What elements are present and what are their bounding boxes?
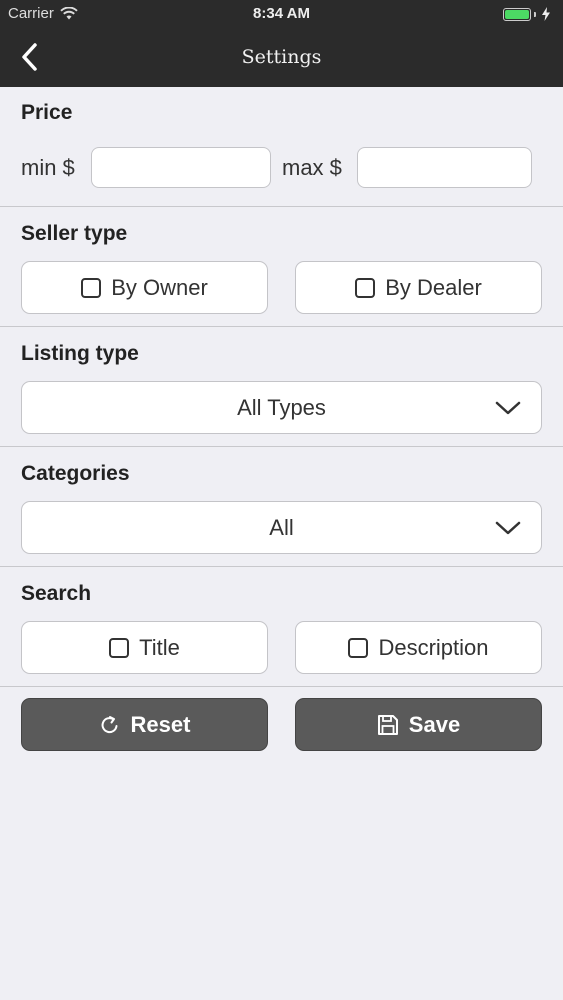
categories-select[interactable]: All	[21, 501, 542, 554]
chevron-down-icon	[495, 521, 521, 535]
search-title-option[interactable]: Title	[21, 621, 268, 674]
search-label: Search	[21, 582, 92, 605]
search-title-label: Title	[139, 634, 180, 660]
price-label: Price	[21, 101, 73, 124]
categories-label: Categories	[21, 462, 130, 485]
refresh-icon	[101, 715, 118, 733]
top-bar: Carrier 8:34 AM Settings	[0, 0, 563, 87]
listing-type-value: All Types	[237, 395, 326, 420]
listing-type-select[interactable]: All Types	[21, 381, 542, 434]
by-dealer-label: By Dealer	[385, 274, 482, 300]
listing-type-section: Listing type All Types	[0, 327, 563, 447]
checkbox-icon[interactable]	[348, 637, 369, 658]
categories-section: Categories All	[0, 447, 563, 567]
seller-type-section: Seller type By Owner By Dealer	[0, 207, 563, 327]
search-description-option[interactable]: Description	[295, 621, 542, 674]
by-dealer-option[interactable]: By Dealer	[295, 261, 542, 314]
categories-value: All	[269, 515, 294, 540]
min-price-input[interactable]	[91, 147, 271, 188]
chevron-down-icon	[495, 401, 521, 415]
min-price-label: min $	[21, 155, 75, 180]
save-button[interactable]: Save	[295, 698, 542, 751]
search-description-label: Description	[378, 634, 489, 660]
floppy-disk-icon	[377, 714, 398, 735]
status-bar: Carrier 8:34 AM	[0, 0, 563, 30]
max-price-input[interactable]	[357, 147, 532, 188]
max-price-label: max $	[282, 155, 342, 180]
listing-type-label: Listing type	[21, 342, 139, 365]
page-title: Settings	[241, 46, 322, 68]
by-owner-option[interactable]: By Owner	[21, 261, 268, 314]
reset-label: Reset	[130, 711, 191, 737]
checkbox-icon[interactable]	[355, 277, 376, 298]
status-time: 8:34 AM	[253, 5, 310, 22]
battery-icon	[503, 7, 551, 21]
price-section: Price min $ max $	[0, 87, 563, 207]
checkbox-icon[interactable]	[81, 277, 102, 298]
reset-button[interactable]: Reset	[21, 698, 268, 751]
save-label: Save	[408, 711, 461, 737]
charging-bolt-icon	[542, 7, 550, 21]
search-section: Search Title Description	[0, 567, 563, 687]
seller-type-label: Seller type	[21, 222, 128, 245]
checkbox-icon[interactable]	[109, 637, 130, 658]
by-owner-label: By Owner	[111, 274, 208, 300]
